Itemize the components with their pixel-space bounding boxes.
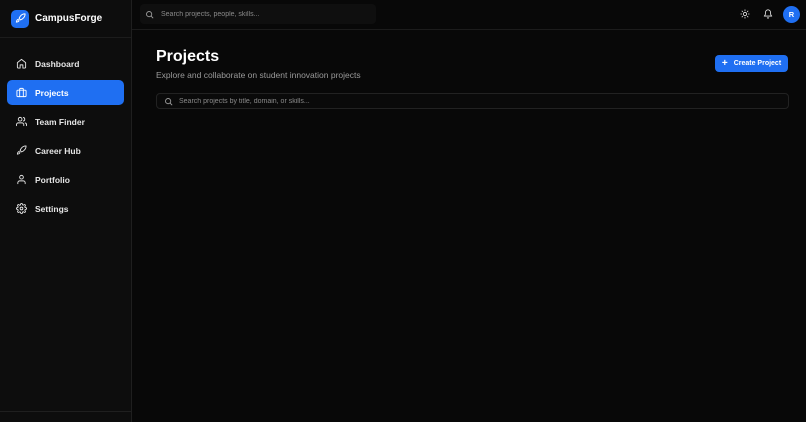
sidebar-item-dashboard[interactable]: Dashboard <box>7 51 124 76</box>
sidebar-item-label: Dashboard <box>35 58 80 69</box>
notifications-button[interactable] <box>759 5 777 23</box>
sidebar-item-label: Projects <box>35 87 69 98</box>
topbar-actions: R <box>736 5 800 23</box>
gear-icon <box>15 203 27 215</box>
sidebar-item-career-hub[interactable]: Career Hub <box>7 138 124 163</box>
app-root: CampusForge Dashboard Projects Team Find… <box>0 0 806 422</box>
create-project-button[interactable]: + Create Project <box>715 55 788 72</box>
bell-icon <box>763 9 773 19</box>
avatar[interactable]: R <box>783 5 800 23</box>
create-project-label: Create Project <box>733 60 782 67</box>
page-title: Projects <box>156 48 220 65</box>
sidebar-item-label: Portfolio <box>35 174 70 185</box>
project-search[interactable] <box>156 93 789 109</box>
rocket-icon <box>15 145 27 157</box>
search-icon <box>145 10 154 19</box>
brand-name: CampusForge <box>35 13 103 24</box>
sidebar-item-team-finder[interactable]: Team Finder <box>7 109 124 134</box>
search-icon <box>164 97 173 106</box>
rocket-logo-icon <box>11 9 29 28</box>
user-icon <box>15 174 27 186</box>
home-icon <box>15 58 27 70</box>
sidebar: CampusForge Dashboard Projects Team Find… <box>0 0 132 422</box>
sidebar-item-label: Team Finder <box>35 116 85 127</box>
project-search-input[interactable] <box>179 97 759 105</box>
sidebar-item-label: Career Hub <box>35 145 81 156</box>
sidebar-item-portfolio[interactable]: Portfolio <box>7 167 124 192</box>
global-search-input[interactable] <box>161 10 361 18</box>
sidebar-item-settings[interactable]: Settings <box>7 196 124 221</box>
page-subtitle: Explore and collaborate on student innov… <box>156 70 361 80</box>
sidebar-footer-divider <box>0 411 132 412</box>
sun-icon <box>740 9 750 19</box>
sidebar-nav: Dashboard Projects Team Finder Career Hu… <box>0 38 131 221</box>
theme-toggle-button[interactable] <box>736 5 754 23</box>
global-search[interactable] <box>140 4 376 24</box>
plus-icon: + <box>721 57 728 69</box>
sidebar-item-projects[interactable]: Projects <box>7 80 124 105</box>
topbar: R <box>132 0 806 30</box>
brand[interactable]: CampusForge <box>0 0 131 38</box>
sidebar-item-label: Settings <box>35 203 69 214</box>
users-icon <box>15 116 27 128</box>
folder-icon <box>15 87 27 99</box>
